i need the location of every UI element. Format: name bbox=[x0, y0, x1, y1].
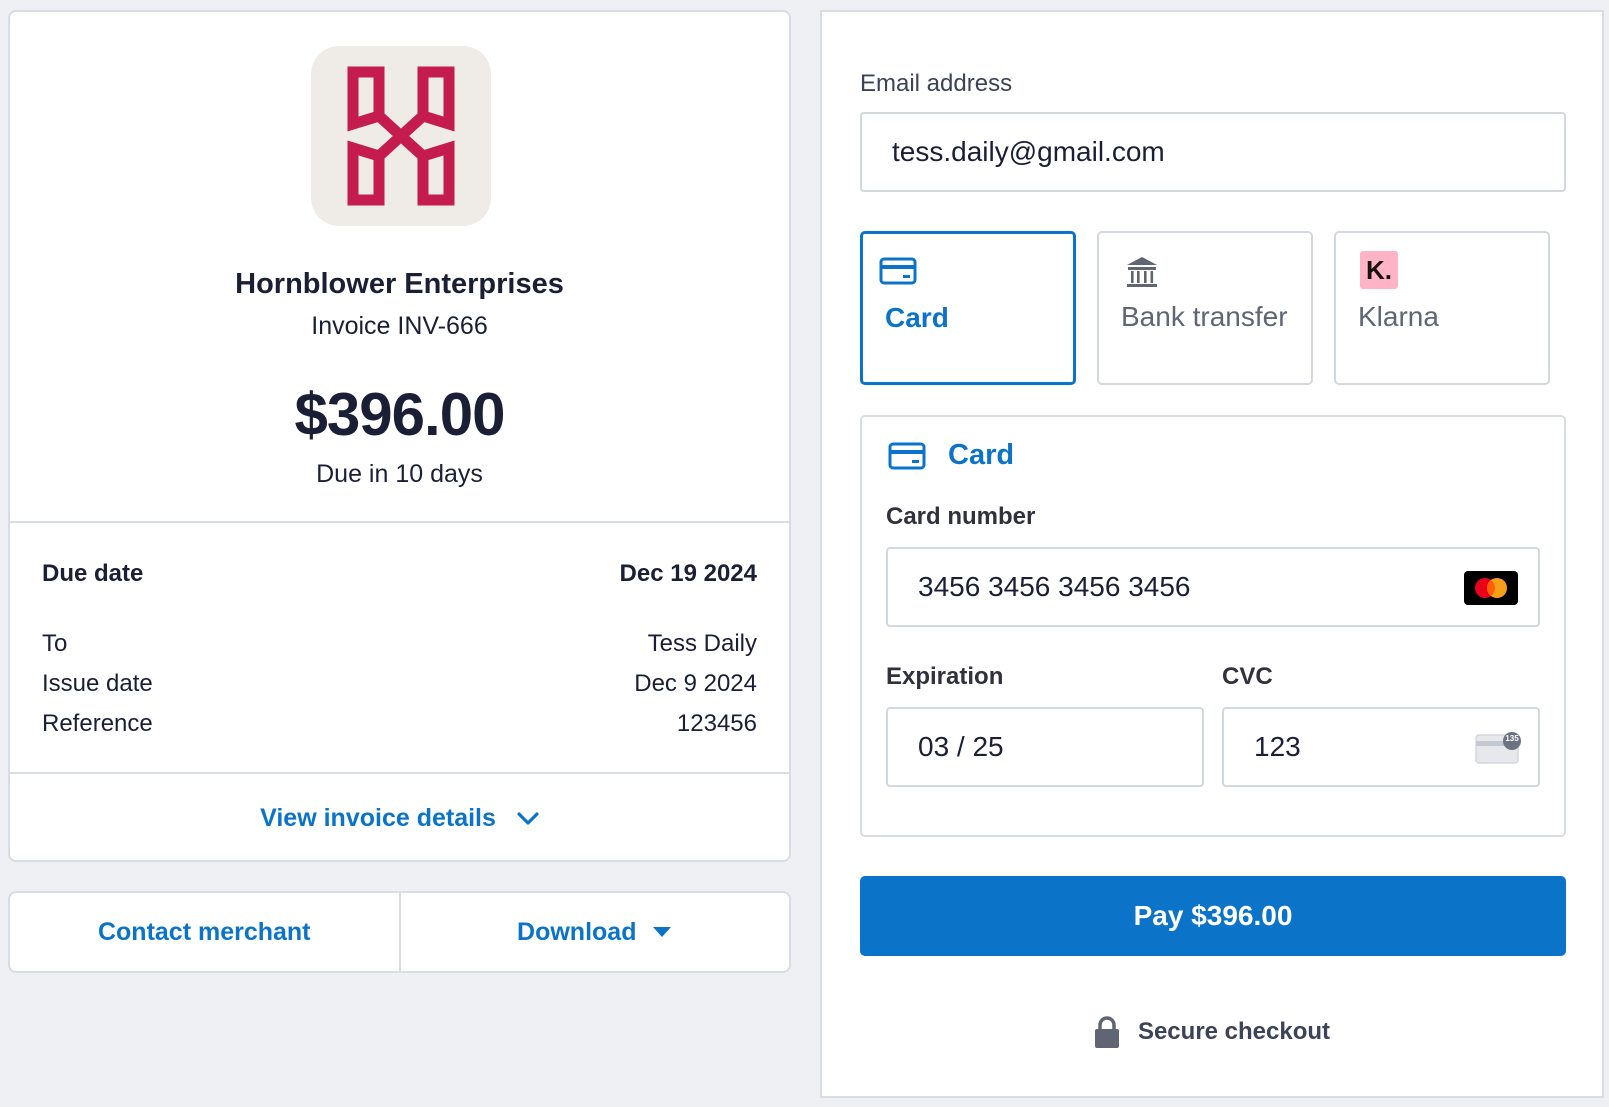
expiration-label: Expiration bbox=[886, 663, 1004, 690]
expiration-field[interactable]: 03 / 25 bbox=[886, 707, 1204, 787]
checkout-panel: Email address tess.daily@gmail.com Card … bbox=[820, 10, 1604, 1098]
card-section-heading: Card bbox=[888, 439, 1014, 472]
payment-method-label: Klarna bbox=[1358, 301, 1439, 332]
due-date-value: Dec 19 2024 bbox=[619, 560, 757, 587]
due-in-text: Due in 10 days bbox=[316, 460, 483, 488]
merchant-logo-mark bbox=[347, 66, 455, 206]
card-icon bbox=[879, 257, 917, 285]
card-number-value: 3456 3456 3456 3456 bbox=[918, 571, 1191, 602]
due-date-label: Due date bbox=[42, 560, 144, 587]
view-invoice-details-toggle[interactable]: View invoice details bbox=[10, 804, 789, 833]
detail-label: Issue date bbox=[42, 670, 153, 697]
detail-row-reference: Reference 123456 bbox=[42, 710, 757, 738]
detail-label: Reference bbox=[42, 710, 153, 737]
secure-checkout-note: Secure checkout bbox=[822, 1015, 1602, 1049]
download-button[interactable]: Download bbox=[398, 893, 790, 971]
payment-method-klarna[interactable]: K. Klarna bbox=[1334, 231, 1550, 385]
card-number-field[interactable]: 3456 3456 3456 3456 bbox=[886, 547, 1540, 627]
mastercard-icon bbox=[1464, 571, 1518, 605]
cvc-label: CVC bbox=[1222, 663, 1273, 690]
card-number-label: Card number bbox=[886, 503, 1036, 530]
payment-method-label: Card bbox=[885, 302, 949, 333]
invoice-summary-card: Hornblower Enterprises Invoice INV-666 $… bbox=[8, 10, 791, 862]
cvc-field[interactable]: 123 135 bbox=[1222, 707, 1540, 787]
detail-label: To bbox=[42, 630, 68, 657]
expiration-value: 03 / 25 bbox=[918, 731, 1004, 762]
payment-method-bank-transfer[interactable]: Bank transfer bbox=[1097, 231, 1313, 385]
invoice-number: Invoice INV-666 bbox=[311, 312, 488, 340]
merchant-logo bbox=[311, 46, 491, 226]
pay-button[interactable]: Pay $396.00 bbox=[860, 876, 1566, 956]
detail-value: Dec 9 2024 bbox=[634, 670, 757, 697]
divider bbox=[10, 772, 789, 774]
invoice-actions-bar: Contact merchant Download bbox=[8, 891, 791, 973]
cvc-hint-badge: 135 bbox=[1505, 734, 1519, 743]
bank-icon bbox=[1127, 257, 1157, 287]
divider bbox=[10, 521, 789, 523]
detail-row-to: To Tess Daily bbox=[42, 630, 757, 658]
klarna-icon: K. bbox=[1360, 251, 1398, 289]
contact-merchant-button[interactable]: Contact merchant bbox=[10, 893, 399, 971]
amount-due: $396.00 bbox=[294, 381, 506, 448]
merchant-name: Hornblower Enterprises bbox=[235, 268, 564, 300]
contact-merchant-label: Contact merchant bbox=[97, 917, 311, 946]
detail-value: Tess Daily bbox=[647, 630, 757, 657]
pay-button-label: Pay $396.00 bbox=[1133, 900, 1293, 931]
caret-down-icon bbox=[653, 927, 672, 937]
payment-method-card[interactable]: Card bbox=[860, 231, 1076, 385]
email-field[interactable]: tess.daily@gmail.com bbox=[860, 112, 1566, 192]
card-section-title: Card bbox=[948, 439, 1015, 471]
due-date-row: Due date Dec 19 2024 bbox=[42, 560, 757, 588]
detail-row-issue-date: Issue date Dec 9 2024 bbox=[42, 670, 757, 698]
chevron-down-icon bbox=[517, 812, 539, 825]
detail-value: 123456 bbox=[676, 710, 757, 737]
card-form-section: Card Card number 3456 3456 3456 3456 Exp… bbox=[860, 415, 1566, 837]
card-icon bbox=[888, 442, 926, 469]
secure-checkout-label: Secure checkout bbox=[1137, 1018, 1331, 1045]
cvc-value: 123 bbox=[1254, 731, 1301, 762]
cvc-hint-icon: 135 bbox=[1474, 731, 1522, 765]
payment-method-label: Bank transfer bbox=[1121, 301, 1288, 332]
download-label: Download bbox=[517, 917, 637, 946]
email-value: tess.daily@gmail.com bbox=[892, 136, 1165, 167]
view-invoice-details-label: View invoice details bbox=[260, 804, 496, 832]
lock-icon bbox=[1094, 1016, 1119, 1048]
email-label: Email address bbox=[860, 70, 1013, 97]
